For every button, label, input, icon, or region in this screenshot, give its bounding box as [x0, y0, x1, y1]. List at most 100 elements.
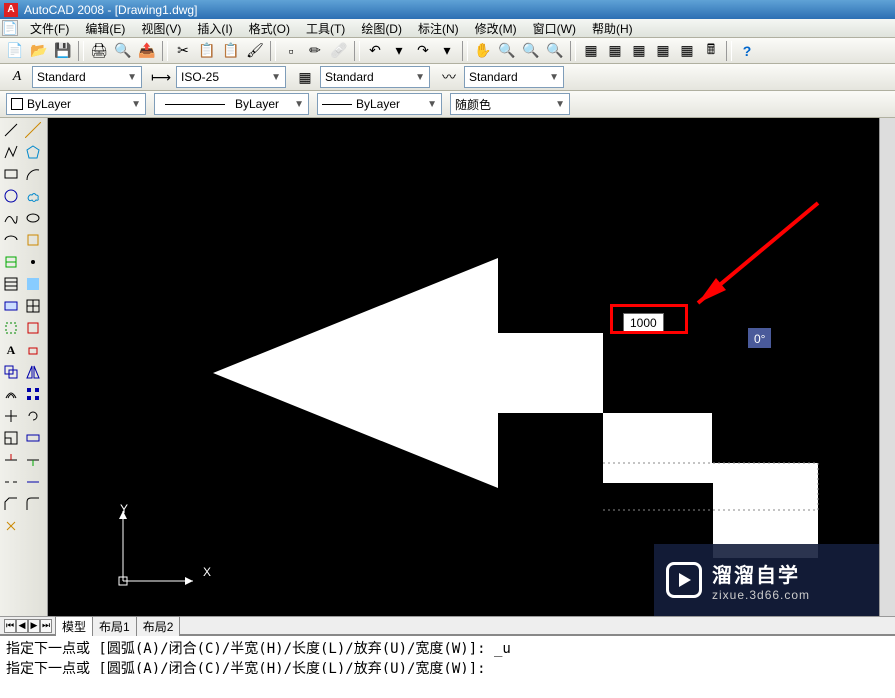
hatch-tool[interactable]	[1, 274, 21, 294]
help-button[interactable]: ?	[736, 40, 758, 62]
block-button[interactable]: ▫	[280, 40, 302, 62]
tablestyle-button[interactable]: ▦	[294, 66, 316, 88]
ellipse-tool[interactable]	[23, 208, 43, 228]
array-tool[interactable]	[23, 384, 43, 404]
break-tool[interactable]	[1, 472, 21, 492]
menu-window[interactable]: 窗口(W)	[525, 20, 584, 37]
ellipse-arc-tool[interactable]	[1, 230, 21, 250]
tab-nav-next[interactable]: ▶	[28, 619, 40, 633]
match-button[interactable]: 🖌	[244, 40, 266, 62]
publish-button[interactable]: 📤	[136, 40, 158, 62]
save-button[interactable]: 💾	[52, 40, 74, 62]
properties-button[interactable]: ✏	[304, 40, 326, 62]
menu-file[interactable]: 文件(F)	[22, 20, 77, 37]
textstyle-button[interactable]: A	[6, 66, 28, 88]
open-button[interactable]: 📂	[28, 40, 50, 62]
linetype-dropdown[interactable]: ByLayer ▼	[154, 93, 309, 115]
erase-tool[interactable]	[23, 340, 43, 360]
tab-model[interactable]: 模型	[55, 616, 93, 636]
redo-dd-button[interactable]: ▾	[436, 40, 458, 62]
insert-block-tool[interactable]	[23, 230, 43, 250]
mtext-tool[interactable]: A	[1, 340, 21, 360]
menu-tools[interactable]: 工具(T)	[298, 20, 353, 37]
vertical-scrollbar[interactable]	[879, 118, 895, 616]
revcloud-tool[interactable]	[23, 186, 43, 206]
tab-nav-first[interactable]: ⏮	[4, 619, 16, 633]
mirror-tool[interactable]	[23, 362, 43, 382]
watermark-play-icon	[666, 562, 702, 598]
spline-tool[interactable]	[1, 208, 21, 228]
drawing-canvas[interactable]: 1000 0° X Y 溜溜自学 z	[48, 118, 879, 616]
fillet-tool[interactable]	[23, 494, 43, 514]
tab-layout1[interactable]: 布局1	[92, 616, 137, 636]
textstyle-dropdown[interactable]: Standard ▼	[32, 66, 142, 88]
sheet-button[interactable]: ▦	[652, 40, 674, 62]
circle-tool[interactable]	[1, 186, 21, 206]
arc-tool[interactable]	[23, 164, 43, 184]
color-dropdown[interactable]: ByLayer ▼	[6, 93, 146, 115]
menu-dimension[interactable]: 标注(N)	[410, 20, 467, 37]
paste-button[interactable]: 📋	[220, 40, 242, 62]
extend-tool[interactable]	[23, 450, 43, 470]
mlstyle-button[interactable]: 〰	[438, 66, 460, 88]
eraser-button[interactable]: 🩹	[328, 40, 350, 62]
menu-modify[interactable]: 修改(M)	[467, 20, 525, 37]
cut-button[interactable]: ✂	[172, 40, 194, 62]
plotstyle-dropdown[interactable]: 随颜色 ▼	[450, 93, 570, 115]
chamfer-tool[interactable]	[1, 494, 21, 514]
menu-help[interactable]: 帮助(H)	[584, 20, 641, 37]
tab-layout2[interactable]: 布局2	[136, 616, 181, 636]
xline-tool[interactable]	[23, 120, 43, 140]
join-tool[interactable]	[23, 472, 43, 492]
calc-button[interactable]: 🖩	[700, 40, 722, 62]
undo-dd-button[interactable]: ▾	[388, 40, 410, 62]
zoom-realtime-button[interactable]: 🔍	[496, 40, 518, 62]
dc-button[interactable]: ▦	[604, 40, 626, 62]
copy-button[interactable]: 📋	[196, 40, 218, 62]
stretch-tool[interactable]	[23, 428, 43, 448]
gradient-tool[interactable]	[23, 274, 43, 294]
menu-format[interactable]: 格式(O)	[241, 20, 298, 37]
pan-button[interactable]: ✋	[472, 40, 494, 62]
polygon-tool[interactable]	[23, 142, 43, 162]
zoom-window-button[interactable]: 🔍	[520, 40, 542, 62]
styles-toolbar: A Standard ▼ ⟼ ISO-25 ▼ ▦ Standard ▼ 〰 S…	[0, 64, 895, 91]
new-button[interactable]: 📄	[4, 40, 26, 62]
polyline-tool[interactable]	[1, 142, 21, 162]
menu-insert[interactable]: 插入(I)	[189, 20, 240, 37]
make-block-tool[interactable]	[1, 252, 21, 272]
print-button[interactable]: 🖨	[88, 40, 110, 62]
copy-tool[interactable]	[1, 362, 21, 382]
rectangle-tool[interactable]	[1, 164, 21, 184]
command-window[interactable]: 指定下一点或 [圆弧(A)/闭合(C)/半宽(H)/长度(L)/放弃(U)/宽度…	[0, 634, 895, 674]
tab-nav-prev[interactable]: ◀	[16, 619, 28, 633]
menu-view[interactable]: 视图(V)	[133, 20, 189, 37]
lineweight-dropdown[interactable]: ByLayer ▼	[317, 93, 442, 115]
zoom-prev-button[interactable]: 🔍	[544, 40, 566, 62]
region-tool[interactable]	[1, 296, 21, 316]
menu-edit[interactable]: 编辑(E)	[77, 20, 133, 37]
move-tool[interactable]	[1, 406, 21, 426]
menu-draw[interactable]: 绘图(D)	[353, 20, 410, 37]
redo-button[interactable]: ↷	[412, 40, 434, 62]
point-tool[interactable]	[23, 252, 43, 272]
wipeout-tool[interactable]	[23, 318, 43, 338]
tab-nav-last[interactable]: ⏭	[40, 619, 52, 633]
table-tool2[interactable]	[23, 296, 43, 316]
offset-tool[interactable]	[1, 384, 21, 404]
dimstyle-button[interactable]: ⟼	[150, 66, 172, 88]
scale-tool[interactable]	[1, 428, 21, 448]
mlstyle-dropdown[interactable]: Standard ▼	[464, 66, 564, 88]
explode-tool[interactable]	[1, 516, 21, 536]
props-button[interactable]: ▦	[580, 40, 602, 62]
tool-palette-button[interactable]: ▦	[628, 40, 650, 62]
dimstyle-dropdown[interactable]: ISO-25 ▼	[176, 66, 286, 88]
rotate-tool[interactable]	[23, 406, 43, 426]
undo-button[interactable]: ↶	[364, 40, 386, 62]
line-tool[interactable]	[1, 120, 21, 140]
boundary-tool[interactable]	[1, 318, 21, 338]
tablestyle-dropdown[interactable]: Standard ▼	[320, 66, 430, 88]
preview-button[interactable]: 🔍	[112, 40, 134, 62]
markup-button[interactable]: ▦	[676, 40, 698, 62]
trim-tool[interactable]	[1, 450, 21, 470]
